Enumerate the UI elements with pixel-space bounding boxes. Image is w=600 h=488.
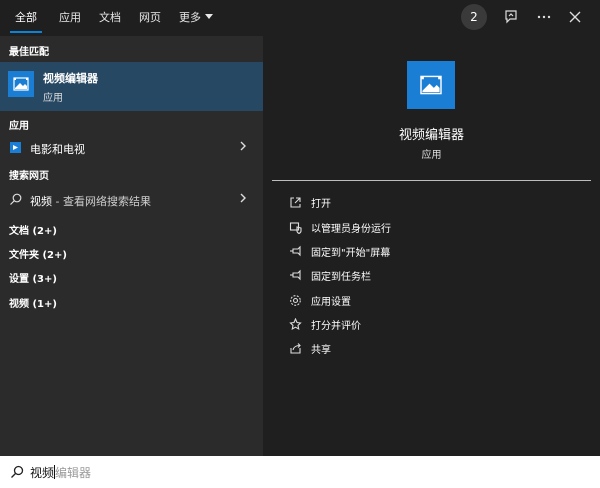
close-icon[interactable] <box>564 6 586 28</box>
best-match-item[interactable]: 视频编辑器 应用 <box>0 62 263 111</box>
tab-apps[interactable]: 应用 <box>59 9 81 25</box>
tab-more-label: 更多 <box>179 11 201 24</box>
tab-web[interactable]: 网页 <box>139 9 161 25</box>
pin-icon <box>287 243 303 259</box>
results-panel: 最佳匹配 视频编辑器 应用 应用 电影和电视 搜索网页 视频 - 查看网络搜索结… <box>0 36 263 456</box>
action-rate-review[interactable]: 打分并评价 <box>287 314 587 334</box>
open-icon <box>287 194 303 210</box>
best-match-name: 视频编辑器 <box>43 72 98 85</box>
tab-documents[interactable]: 文档 <box>99 9 121 25</box>
list-item-label: 电影和电视 <box>30 143 85 156</box>
search-typed-text: 视频 <box>30 466 55 480</box>
action-label: 共享 <box>311 345 331 356</box>
action-label: 打分并评价 <box>311 321 361 332</box>
action-label: 固定到任务栏 <box>311 272 371 283</box>
action-app-settings[interactable]: 应用设置 <box>287 290 587 310</box>
shield-icon <box>287 219 303 235</box>
category-videos[interactable]: 视频 (1+) <box>9 295 57 310</box>
tab-all[interactable]: 全部 <box>15 9 37 25</box>
search-icon <box>9 193 22 209</box>
web-search-suffix: - 查看网络搜索结果 <box>52 195 151 208</box>
apps-header: 应用 <box>9 121 29 132</box>
action-label: 应用设置 <box>311 297 351 308</box>
gear-icon <box>287 292 303 308</box>
video-editor-icon <box>8 71 34 97</box>
action-label: 打开 <box>311 199 331 210</box>
feedback-icon[interactable] <box>500 6 522 28</box>
action-label: 以管理员身份运行 <box>311 224 391 235</box>
search-autocomplete-hint: 编辑器 <box>55 466 92 480</box>
category-folders[interactable]: 文件夹 (2+) <box>9 246 67 261</box>
divider <box>272 180 591 181</box>
best-match-header: 最佳匹配 <box>9 47 49 58</box>
action-open[interactable]: 打开 <box>287 192 587 212</box>
search-input[interactable]: 视频编辑器 <box>30 464 91 481</box>
chevron-right-icon[interactable] <box>238 192 248 207</box>
action-share[interactable]: 共享 <box>287 338 587 358</box>
search-icon <box>9 464 25 480</box>
best-match-type: 应用 <box>43 93 63 104</box>
rate-icon <box>287 316 303 332</box>
pin-icon <box>287 267 303 283</box>
rewards-badge[interactable]: 2 <box>461 4 487 30</box>
list-item-web-search[interactable]: 视频 - 查看网络搜索结果 <box>0 188 263 212</box>
preview-subtitle: 应用 <box>421 150 442 161</box>
web-search-label: 视频 - 查看网络搜索结果 <box>30 193 151 209</box>
web-search-query: 视频 <box>30 195 52 208</box>
action-pin-to-taskbar[interactable]: 固定到任务栏 <box>287 265 587 285</box>
action-pin-to-start[interactable]: 固定到"开始"屏幕 <box>287 241 587 261</box>
action-run-as-admin[interactable]: 以管理员身份运行 <box>287 217 587 237</box>
search-bar[interactable]: 视频编辑器 <box>0 456 600 488</box>
more-options-icon[interactable] <box>533 6 555 28</box>
preview-title: 视频编辑器 <box>398 128 464 143</box>
video-editor-large-icon <box>407 61 455 109</box>
preview-panel: 视频编辑器 应用 打开 以管理员身份运行 固定到"开始"屏幕 固定到任务栏 应用… <box>263 36 600 456</box>
movies-tv-icon <box>10 142 21 153</box>
tab-more[interactable]: 更多 <box>179 9 213 25</box>
chevron-down-icon <box>205 14 213 19</box>
action-label: 固定到"开始"屏幕 <box>311 248 391 259</box>
top-bar: 全部 应用 文档 网页 更多 2 <box>0 0 600 36</box>
active-tab-indicator <box>10 31 42 33</box>
category-documents[interactable]: 文档 (2+) <box>9 222 57 237</box>
search-web-header: 搜索网页 <box>9 171 49 182</box>
list-item-movies-tv[interactable]: 电影和电视 <box>0 136 263 160</box>
chevron-right-icon[interactable] <box>238 140 248 155</box>
share-icon <box>287 340 303 356</box>
category-settings[interactable]: 设置 (3+) <box>9 270 57 285</box>
